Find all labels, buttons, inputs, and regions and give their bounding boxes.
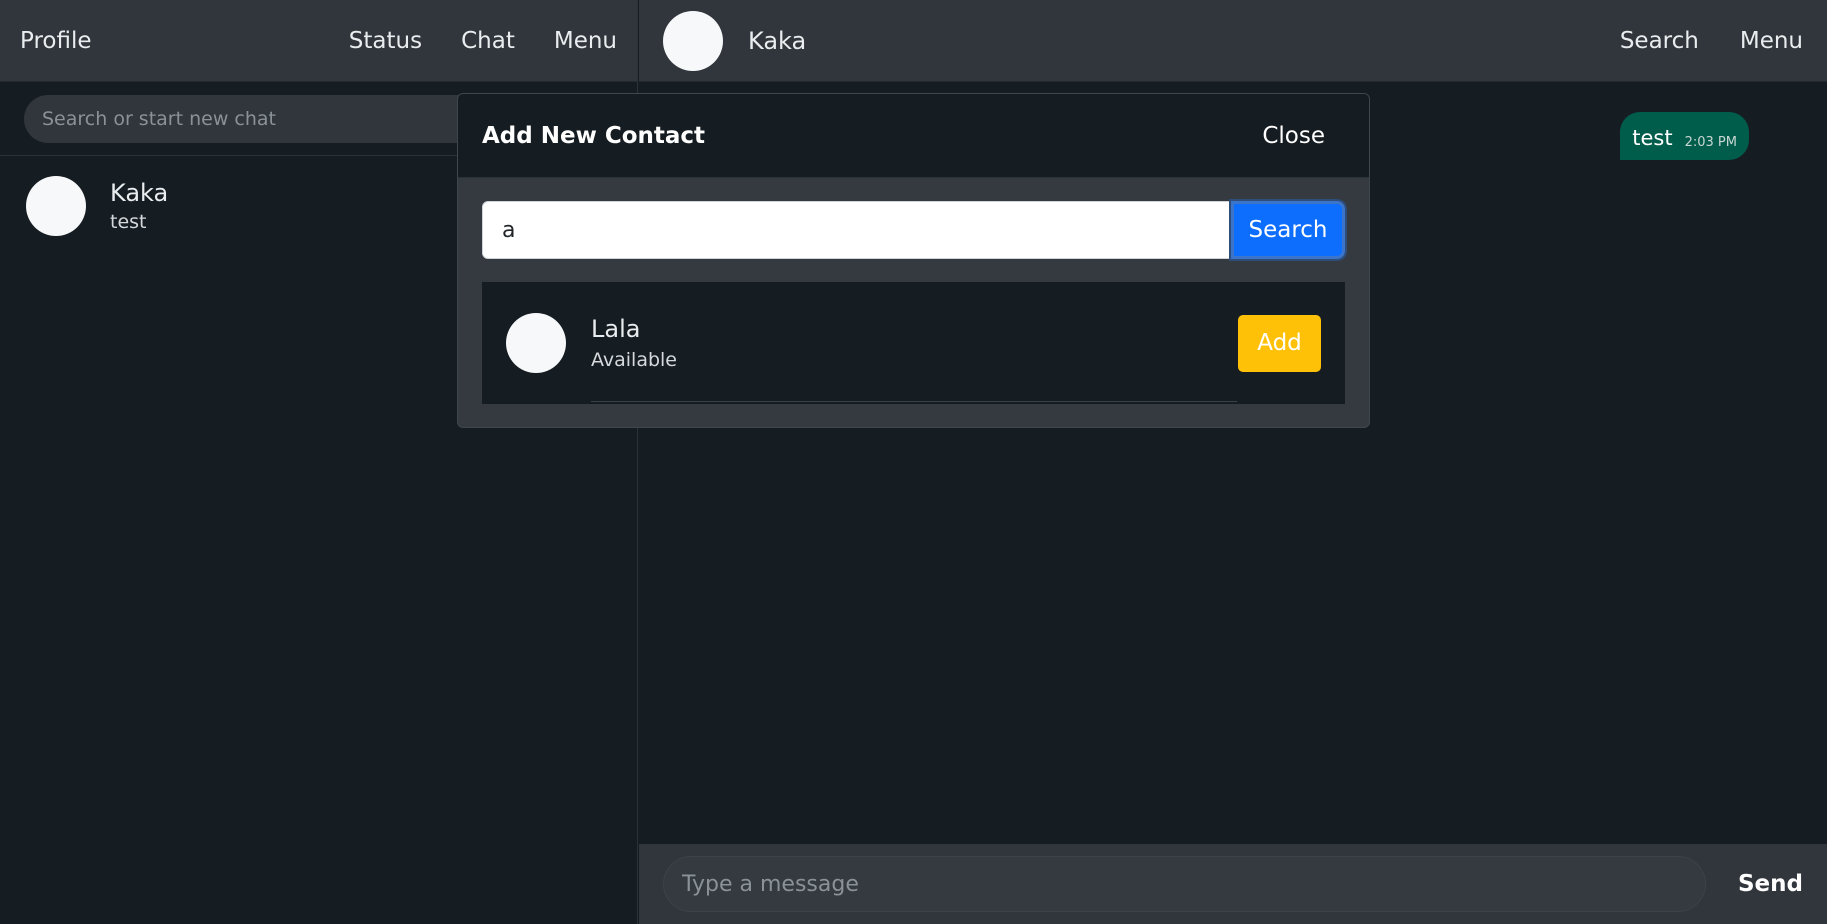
contact-search-input[interactable] <box>482 201 1231 259</box>
search-result-text: Lala Available <box>591 315 1238 371</box>
modal-body: Search Lala Available Add <box>458 178 1369 427</box>
profile-link[interactable]: Profile <box>20 28 349 54</box>
sidebar-nav: Status Chat Menu <box>349 28 617 54</box>
search-result-status: Available <box>591 349 678 371</box>
conversation-header: Kaka Search Menu <box>639 0 1827 82</box>
chat-list-item-text: Kaka test <box>110 179 168 233</box>
search-result-item: Lala Available Add <box>482 282 1345 404</box>
divider <box>591 401 1237 402</box>
conversation-search-link[interactable]: Search <box>1620 28 1699 54</box>
contact-search-button[interactable]: Search <box>1231 201 1345 259</box>
message-time: 2:03 PM <box>1684 135 1737 150</box>
conversation-nav: Search Menu <box>1620 28 1803 54</box>
message-text: test <box>1632 126 1673 150</box>
modal-title: Add New Contact <box>482 122 706 149</box>
message-input[interactable] <box>663 856 1706 912</box>
add-contact-button[interactable]: Add <box>1238 314 1321 372</box>
add-contact-modal: Add New Contact Close Search Lala Availa… <box>457 93 1370 428</box>
message-composer: Send <box>639 844 1827 924</box>
contact-search-row: Search <box>482 201 1345 259</box>
chat-list-item-name: Kaka <box>110 179 169 207</box>
avatar <box>506 313 566 373</box>
chat-list-item-last-message: test <box>110 211 147 233</box>
status-link[interactable]: Status <box>349 28 422 54</box>
contact-avatar[interactable] <box>663 10 723 71</box>
send-button[interactable]: Send <box>1738 871 1803 897</box>
close-button[interactable]: Close <box>1262 123 1325 149</box>
contact-name[interactable]: Kaka <box>748 27 1620 55</box>
sidebar-header: Profile Status Chat Menu <box>0 0 637 82</box>
outgoing-message-bubble: test 2:03 PM <box>1620 112 1749 160</box>
sidebar-menu-link[interactable]: Menu <box>554 28 617 54</box>
search-result-name: Lala <box>591 315 641 343</box>
avatar <box>26 176 86 236</box>
chat-link[interactable]: Chat <box>461 28 515 54</box>
modal-header: Add New Contact Close <box>458 94 1369 178</box>
conversation-menu-link[interactable]: Menu <box>1740 28 1803 54</box>
